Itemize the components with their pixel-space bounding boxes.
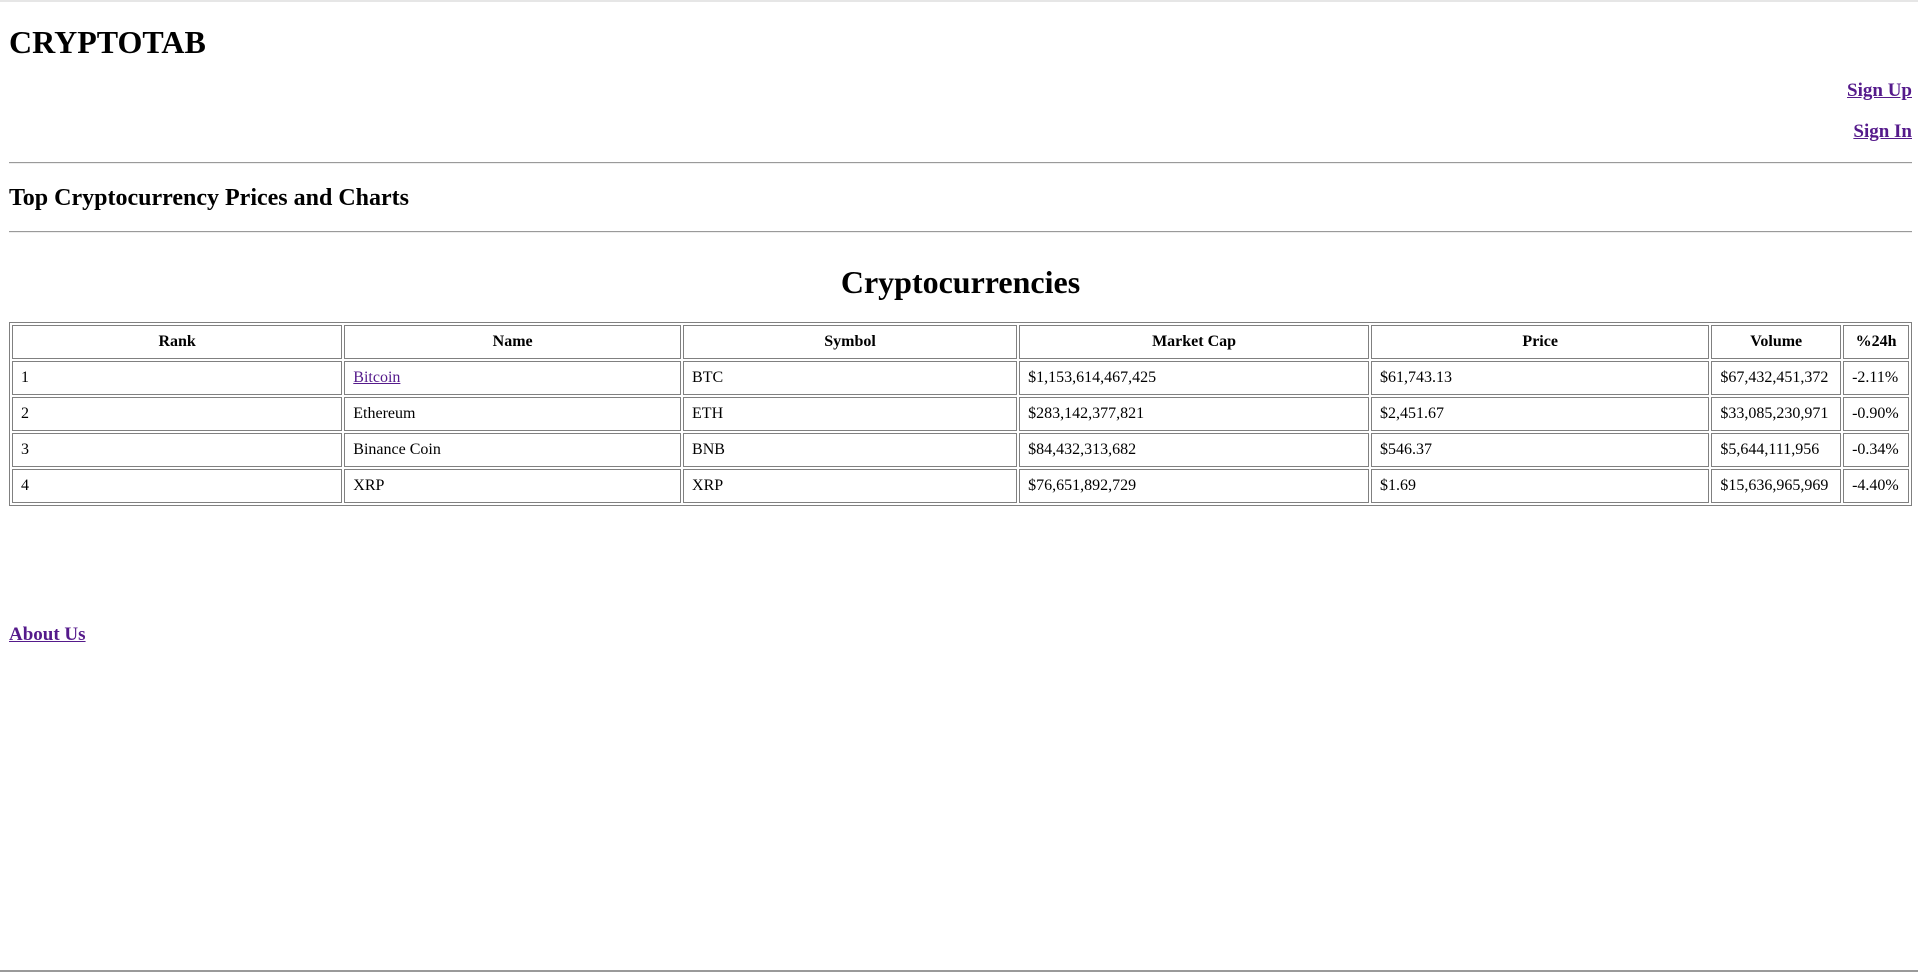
divider-top — [9, 162, 1912, 164]
column-header-name: Name — [344, 325, 682, 359]
name-cell: Ethereum — [344, 397, 682, 431]
price-cell: $546.37 — [1371, 433, 1710, 467]
price-cell: $61,743.13 — [1371, 361, 1710, 395]
divider-bottom — [9, 231, 1912, 233]
rank-cell: 4 — [12, 469, 343, 503]
market-cap-cell: $76,651,892,729 — [1019, 469, 1369, 503]
change-24h-cell: -2.11% — [1843, 361, 1909, 395]
table-row: 2 Ethereum ETH $283,142,377,821 $2,451.6… — [12, 397, 1909, 431]
column-header-rank: Rank — [12, 325, 343, 359]
name-cell: XRP — [344, 469, 682, 503]
symbol-cell: BNB — [683, 433, 1018, 467]
change-24h-cell: -0.90% — [1843, 397, 1909, 431]
volume-cell: $33,085,230,971 — [1711, 397, 1842, 431]
volume-cell: $5,644,111,956 — [1711, 433, 1842, 467]
column-header-change-24h: %24h — [1843, 325, 1909, 359]
site-title: CRYPTOTAB — [9, 24, 206, 60]
volume-cell: $67,432,451,372 — [1711, 361, 1842, 395]
rank-cell: 3 — [12, 433, 343, 467]
table-title: Cryptocurrencies — [840, 264, 1081, 300]
page-subtitle: Top Cryptocurrency Prices and Charts — [9, 185, 409, 211]
column-header-market-cap: Market Cap — [1019, 325, 1369, 359]
price-cell: $1.69 — [1371, 469, 1710, 503]
sign-in-link[interactable]: Sign In — [1847, 121, 1912, 143]
browser-top-edge — [0, 0, 1918, 2]
market-cap-cell: $283,142,377,821 — [1019, 397, 1369, 431]
rank-cell: 1 — [12, 361, 343, 395]
table-header-row: Rank Name Symbol Market Cap Price Volume… — [12, 325, 1909, 359]
crypto-table: Rank Name Symbol Market Cap Price Volume… — [9, 322, 1912, 506]
market-cap-cell: $1,153,614,467,425 — [1019, 361, 1369, 395]
change-24h-cell: -0.34% — [1843, 433, 1909, 467]
market-cap-cell: $84,432,313,682 — [1019, 433, 1369, 467]
sign-up-link[interactable]: Sign Up — [1847, 80, 1912, 102]
column-header-symbol: Symbol — [683, 325, 1018, 359]
table-row: 4 XRP XRP $76,651,892,729 $1.69 $15,636,… — [12, 469, 1909, 503]
coin-name-link[interactable]: Bitcoin — [353, 369, 400, 386]
auth-links: Sign Up Sign In — [1847, 80, 1912, 143]
name-cell: Binance Coin — [344, 433, 682, 467]
column-header-price: Price — [1371, 325, 1710, 359]
change-24h-cell: -4.40% — [1843, 469, 1909, 503]
about-us-link[interactable]: About Us — [9, 624, 86, 646]
table-row: 3 Binance Coin BNB $84,432,313,682 $546.… — [12, 433, 1909, 467]
symbol-cell: ETH — [683, 397, 1018, 431]
rank-cell: 2 — [12, 397, 343, 431]
name-cell: Bitcoin — [344, 361, 682, 395]
price-cell: $2,451.67 — [1371, 397, 1710, 431]
symbol-cell: XRP — [683, 469, 1018, 503]
column-header-volume: Volume — [1711, 325, 1842, 359]
table-row: 1 Bitcoin BTC $1,153,614,467,425 $61,743… — [12, 361, 1909, 395]
volume-cell: $15,636,965,969 — [1711, 469, 1842, 503]
symbol-cell: BTC — [683, 361, 1018, 395]
